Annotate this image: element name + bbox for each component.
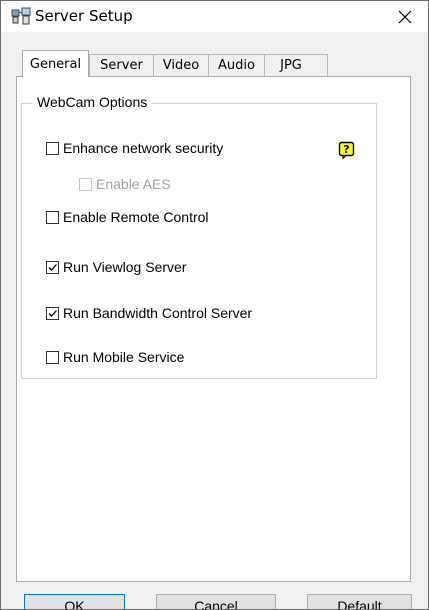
checkbox-box: [46, 141, 59, 155]
checkbox-box: [46, 306, 59, 320]
tab-strip-end: [317, 54, 328, 76]
tab-video[interactable]: Video: [153, 54, 209, 76]
run-bandwidth-control-server-label: Run Bandwidth Control Server: [63, 305, 253, 321]
ok-button[interactable]: OK: [24, 594, 125, 609]
checkmark-icon: [48, 309, 57, 317]
checkbox-box: [79, 177, 92, 191]
enhance-network-security-checkbox[interactable]: Enhance network security: [46, 140, 223, 156]
svg-text:?: ?: [343, 143, 349, 156]
run-viewlog-server-checkbox[interactable]: Run Viewlog Server: [46, 259, 186, 275]
enable-aes-label: Enable AES: [96, 176, 171, 192]
enable-remote-control-label: Enable Remote Control: [63, 209, 209, 225]
enable-remote-control-checkbox[interactable]: Enable Remote Control: [46, 209, 209, 225]
close-icon: [398, 10, 412, 23]
enhance-network-security-label: Enhance network security: [63, 140, 224, 156]
checkmark-icon: [48, 263, 57, 271]
close-button[interactable]: [382, 1, 428, 32]
enable-aes-checkbox[interactable]: Enable AES: [79, 176, 171, 192]
checkbox-box: [46, 210, 59, 224]
server-setup-window: Server Setup General Server Video Audio …: [0, 0, 429, 610]
checkbox-box: [46, 350, 59, 364]
tab-server[interactable]: Server: [89, 54, 154, 76]
cancel-button[interactable]: Cancel: [156, 594, 276, 609]
tab-jpg[interactable]: JPG: [264, 54, 318, 76]
tab-general[interactable]: General: [22, 50, 89, 77]
help-question-icon[interactable]: ?: [338, 141, 356, 160]
window-title: Server Setup: [35, 7, 133, 25]
server-app-icon: [11, 7, 31, 25]
run-mobile-service-checkbox[interactable]: Run Mobile Service: [46, 349, 184, 365]
webcam-options-label: WebCam Options: [33, 94, 152, 110]
run-bandwidth-control-server-checkbox[interactable]: Run Bandwidth Control Server: [46, 305, 252, 321]
run-mobile-service-label: Run Mobile Service: [63, 349, 185, 365]
tab-audio[interactable]: Audio: [208, 54, 265, 76]
title-bar[interactable]: Server Setup: [1, 1, 428, 32]
default-button[interactable]: Default: [307, 594, 412, 609]
checkbox-box: [46, 260, 59, 274]
run-viewlog-server-label: Run Viewlog Server: [63, 259, 187, 275]
